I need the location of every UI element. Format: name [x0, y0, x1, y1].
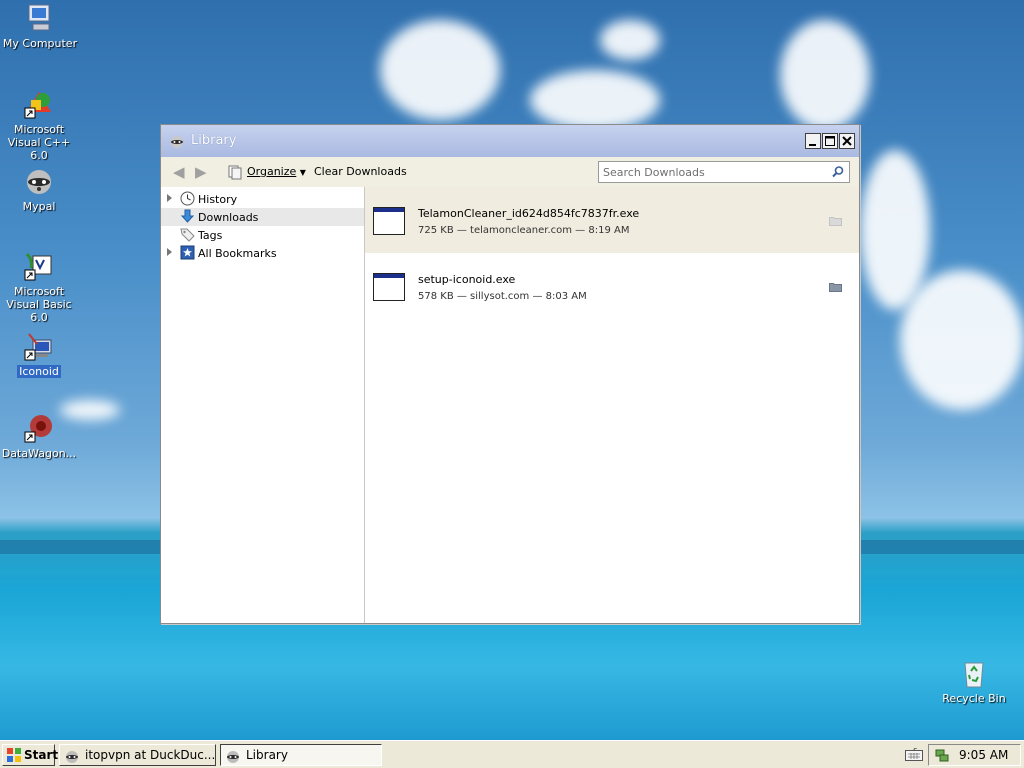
- expand-arrow-icon[interactable]: [167, 194, 172, 202]
- library-sidebar: History Downloads Tags All Bookmarks: [161, 187, 365, 623]
- datawagon-icon: [23, 412, 55, 444]
- minimize-button[interactable]: [805, 133, 821, 149]
- sidebar-item-label: Downloads: [198, 211, 259, 224]
- maximize-button[interactable]: [822, 133, 838, 149]
- sidebar-item-label: All Bookmarks: [198, 247, 277, 260]
- dropdown-arrow-icon: ▼: [299, 168, 306, 177]
- desktop-icon-visual-cpp[interactable]: Microsoft Visual C++ 6.0: [0, 88, 79, 162]
- download-info: 725 KB — telamoncleaner.com — 8:19 AM: [418, 225, 630, 236]
- forward-icon[interactable]: ▶: [195, 163, 207, 181]
- desktop-icon-label: DataWagon...: [1, 447, 77, 460]
- desktop-icon-datawagon[interactable]: DataWagon...: [0, 412, 79, 460]
- desktop-icon-recycle-bin[interactable]: Recycle Bin: [934, 657, 1014, 705]
- cloud: [860, 150, 930, 310]
- expand-arrow-icon[interactable]: [167, 248, 172, 256]
- download-item[interactable]: TelamonCleaner_id624d854fc7837fr.exe 725…: [365, 187, 859, 253]
- close-icon: [842, 136, 852, 146]
- desktop-icon-iconoid[interactable]: Iconoid: [0, 330, 79, 378]
- raccoon-icon: [169, 133, 185, 149]
- tag-icon: [180, 227, 195, 242]
- clock[interactable]: 9:05 AM: [959, 748, 1008, 762]
- recycle-bin-icon: [958, 657, 990, 689]
- download-arrow-icon: [180, 209, 195, 224]
- organize-label: Organize ▼: [247, 165, 306, 178]
- start-label: Start: [24, 748, 59, 762]
- raccoon-icon: [225, 748, 241, 764]
- cloud: [530, 70, 660, 130]
- taskbar: Start itopvpn at DuckDuc... Library 9:05…: [0, 740, 1024, 768]
- window-title: Library: [191, 133, 237, 148]
- windows-logo-icon: [7, 748, 21, 762]
- search-input[interactable]: [603, 164, 823, 180]
- sidebar-item-label: History: [198, 193, 238, 206]
- sidebar-item-label: Tags: [198, 229, 223, 242]
- desktop-icon-label: Iconoid: [17, 365, 61, 378]
- taskbar-item-label: itopvpn at DuckDuc...: [85, 748, 216, 762]
- desktop-icon-label: Microsoft Visual Basic 6.0: [6, 285, 72, 324]
- cloud: [600, 20, 660, 60]
- executable-file-icon: [373, 273, 405, 301]
- visual-cpp-icon: [23, 88, 55, 120]
- taskbar-item-library[interactable]: Library: [220, 744, 382, 766]
- clock-icon: [180, 191, 195, 206]
- library-toolbar: ◀ ▶ Organize ▼ Clear Downloads: [161, 157, 859, 187]
- search-box[interactable]: [598, 161, 850, 183]
- back-icon[interactable]: ◀: [173, 163, 185, 181]
- clear-downloads-button[interactable]: Clear Downloads: [314, 165, 407, 178]
- network-icon[interactable]: [934, 747, 950, 763]
- desktop-icon-my-computer[interactable]: My Computer: [0, 2, 80, 50]
- keyboard-icon[interactable]: [905, 747, 923, 761]
- raccoon-icon: [23, 165, 55, 197]
- open-folder-icon[interactable]: [829, 216, 842, 226]
- computer-icon: [24, 2, 56, 34]
- desktop-icon-label: My Computer: [2, 37, 78, 50]
- maximize-icon: [825, 136, 835, 146]
- system-tray: 9:05 AM: [928, 744, 1021, 766]
- desktop-icon-mypal[interactable]: Mypal: [0, 165, 79, 213]
- download-filename: TelamonCleaner_id624d854fc7837fr.exe: [418, 207, 640, 220]
- taskbar-item-label: Library: [246, 748, 288, 762]
- cloud: [900, 270, 1024, 410]
- cloud: [380, 20, 500, 120]
- desktop-icon-label: Recycle Bin: [942, 692, 1006, 705]
- close-button[interactable]: [839, 133, 855, 149]
- search-icon[interactable]: [831, 165, 845, 179]
- desktop-icon-label: Microsoft Visual C++ 6.0: [7, 123, 71, 162]
- taskbar-item-browser[interactable]: itopvpn at DuckDuc...: [59, 744, 216, 766]
- sidebar-item-history[interactable]: History: [161, 190, 364, 208]
- download-item[interactable]: setup-iconoid.exe 578 KB — sillysot.com …: [365, 253, 859, 319]
- sidebar-item-downloads[interactable]: Downloads: [161, 208, 364, 226]
- visual-basic-icon: [23, 250, 55, 282]
- downloads-list: TelamonCleaner_id624d854fc7837fr.exe 725…: [365, 187, 859, 623]
- organize-icon: [228, 165, 242, 180]
- open-folder-icon[interactable]: [829, 282, 842, 292]
- desktop-icon-label: Mypal: [22, 200, 56, 213]
- minimize-icon: [809, 144, 816, 146]
- library-window: Library ◀ ▶ Organize ▼ Clear Downloads S…: [160, 124, 860, 624]
- raccoon-icon: [64, 748, 80, 764]
- download-filename: setup-iconoid.exe: [418, 273, 516, 286]
- desktop-icon-visual-basic[interactable]: Microsoft Visual Basic 6.0: [0, 250, 79, 324]
- start-button[interactable]: Start: [2, 744, 59, 766]
- iconoid-icon: [23, 330, 55, 362]
- download-info: 578 KB — sillysot.com — 8:03 AM: [418, 291, 587, 302]
- cloud: [780, 20, 870, 130]
- window-titlebar[interactable]: Library: [161, 125, 859, 157]
- sidebar-item-all-bookmarks[interactable]: All Bookmarks: [161, 244, 364, 262]
- bookmark-star-icon: [180, 245, 195, 260]
- executable-file-icon: [373, 207, 405, 235]
- sidebar-item-tags[interactable]: Tags: [161, 226, 364, 244]
